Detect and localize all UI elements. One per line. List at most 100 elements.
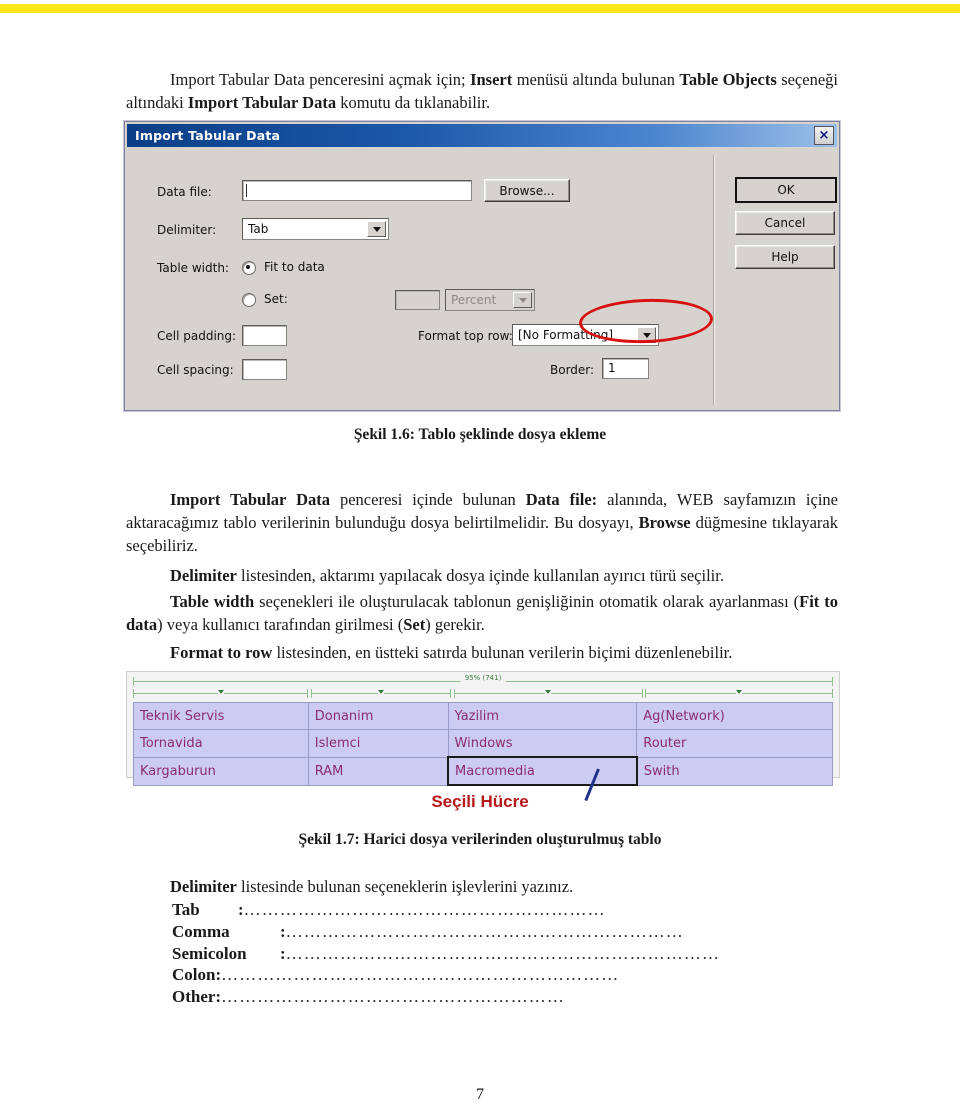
column-ruler-3	[453, 688, 643, 699]
fit-to-data-label: Fit to data	[264, 260, 325, 274]
list-item: Colon:…………………………………………………………	[172, 964, 832, 986]
blank-dots[interactable]: ………………………………………………………………	[286, 943, 720, 965]
intro-text-4: komutu da tıklanabilir.	[336, 92, 491, 112]
intro-text-2: menüsü altında bulunan	[512, 69, 680, 89]
table-width-ruler: 95% (741)	[133, 674, 833, 687]
table-cell[interactable]: RAM	[307, 756, 449, 786]
ruler-cap-right	[832, 677, 833, 686]
list-item: Other:…………………………………………………	[172, 986, 832, 1008]
delimiter-select[interactable]: Tab	[242, 218, 389, 240]
table-cell[interactable]: Donanim	[307, 702, 449, 730]
paragraph-3: Table width seçenekleri ile oluşturulaca…	[126, 590, 838, 636]
ok-button[interactable]: OK	[735, 177, 837, 203]
intro-bold-insert: Insert	[470, 69, 513, 89]
text-caret	[246, 184, 247, 197]
blank-label: Semicolon	[172, 943, 247, 963]
column-ruler-4	[645, 688, 833, 699]
html-table-figure: 95% (741) Teknik Servis Donanim Yazilim …	[126, 671, 840, 786]
intro-paragraph: Import Tabular Data penceresini açmak iç…	[126, 68, 838, 115]
delimiter-label: Delimiter:	[157, 223, 217, 237]
paragraph-4: Format to row listesinden, en üstteki sa…	[126, 641, 838, 664]
table-row: Tornavida Islemci Windows Router	[133, 729, 833, 758]
table-cell[interactable]: Tornavida	[133, 729, 309, 758]
page-accent-bar	[0, 4, 960, 13]
import-tabular-data-dialog: Import Tabular Data × Data file: Browse.…	[124, 121, 840, 411]
figure-1-7-caption: Şekil 1.7: Harici dosya verilerinden olu…	[298, 831, 662, 848]
p3-text-2: ) veya kullanıcı tarafından girilmesi (	[157, 614, 404, 634]
table-cell[interactable]: Ag(Network)	[636, 702, 833, 730]
blank-label: Comma	[172, 921, 230, 941]
exercise-instruction: Delimiter listesinde bulunan seçenekleri…	[170, 875, 838, 898]
format-top-row-label: Format top row:	[418, 329, 513, 343]
column-ruler-1	[133, 688, 308, 699]
dialog-titlebar: Import Tabular Data ×	[127, 124, 837, 147]
p4-bold-1: Format to row	[170, 642, 273, 662]
table-width-indicator: 95% (741)	[460, 674, 506, 682]
cell-spacing-label: Cell spacing:	[157, 363, 234, 377]
browse-highlight-ellipse	[578, 296, 714, 346]
blank-dots[interactable]: ……………………………………………………	[244, 899, 606, 921]
blank-dots[interactable]: …………………………………………………………	[286, 921, 684, 943]
intro-bold-table-objects: Table Objects	[679, 69, 777, 89]
cell-spacing-input[interactable]	[242, 359, 287, 380]
p3-bold-1: Table width	[170, 591, 255, 611]
dialog-body: Data file: Browse... Delimiter: Tab Tabl…	[129, 149, 837, 406]
p3-text-1: seçenekleri ile oluşturulacak tablonun g…	[254, 591, 800, 611]
p2-bold-1: Delimiter	[170, 565, 237, 585]
fit-to-data-radio[interactable]	[242, 261, 256, 275]
p2-text-1: listesinden, aktarımı yapılacak dosya iç…	[236, 565, 724, 585]
document-page: Import Tabular Data penceresini açmak iç…	[0, 13, 960, 1107]
paragraph-2: Delimiter listesinden, aktarımı yapılaca…	[126, 564, 838, 587]
chevron-down-icon[interactable]	[367, 221, 386, 237]
cell-padding-input[interactable]	[242, 325, 287, 346]
close-icon[interactable]: ×	[814, 126, 834, 145]
table-cell[interactable]: Teknik Servis	[133, 702, 309, 730]
data-file-label: Data file:	[157, 185, 212, 199]
page-number: 7	[476, 1086, 484, 1103]
table-cell[interactable]: Kargaburun	[133, 756, 309, 786]
data-file-input[interactable]	[242, 180, 472, 201]
set-label: Set:	[264, 292, 288, 306]
list-item: Semicolon:………………………………………………………………	[172, 943, 832, 965]
table-width-label: Table width:	[157, 261, 229, 275]
blank-label: Tab	[172, 900, 200, 919]
column-ruler-2	[310, 688, 451, 699]
figure-1-6-caption: Şekil 1.6: Tablo şeklinde dosya ekleme	[353, 426, 607, 443]
p1-bold-1: Import Tabular Data	[170, 489, 330, 509]
width-unit-select[interactable]: Percent	[445, 289, 535, 311]
table-cell[interactable]: Router	[636, 729, 833, 758]
cell-padding-label: Cell padding:	[157, 329, 237, 343]
table-cell[interactable]: Swith	[636, 756, 833, 786]
dialog-title: Import Tabular Data	[135, 128, 281, 143]
chevron-down-icon[interactable]	[513, 292, 532, 308]
browse-button[interactable]: Browse...	[484, 179, 570, 202]
p1-text-1: penceresi içinde bulunan	[329, 489, 526, 509]
border-input[interactable]: 1	[602, 358, 649, 379]
ruler-cap-left	[133, 677, 134, 686]
p1-bold-2: Data file:	[525, 489, 598, 509]
p1-bold-3: Browse	[638, 512, 691, 532]
table-cell[interactable]: Windows	[447, 729, 638, 758]
border-label: Border:	[550, 363, 595, 377]
selected-cell-annotation: Seçili Hücre	[431, 792, 529, 811]
set-radio[interactable]	[242, 293, 256, 307]
help-button[interactable]: Help	[735, 245, 835, 269]
column-rulers	[133, 688, 833, 699]
table-cell[interactable]: Islemci	[307, 729, 449, 758]
set-width-input[interactable]	[395, 290, 440, 310]
table-row: Kargaburun RAM Macromedia Swith	[133, 756, 833, 786]
blank-dots[interactable]: …………………………………………………………	[221, 964, 619, 986]
table-cell[interactable]: Yazilim	[447, 702, 638, 730]
intro-text-1: Import Tabular Data penceresini açmak iç…	[170, 69, 471, 89]
selected-table-cell[interactable]: Macromedia	[447, 756, 638, 786]
p4-text-1: listesinden, en üstteki satırda bulunan …	[272, 642, 733, 662]
intro-bold-import-tabular-data: Import Tabular Data	[187, 92, 337, 112]
blank-label: Colon:	[172, 965, 222, 985]
p3-text-3: ) gerekir.	[425, 614, 485, 634]
blank-label: Other:	[172, 987, 222, 1006]
delimiter-value: Tab	[248, 222, 269, 236]
cancel-button[interactable]: Cancel	[735, 211, 835, 235]
blank-dots[interactable]: …………………………………………………	[221, 986, 565, 1008]
width-unit-value: Percent	[451, 293, 497, 307]
list-item: Tab:……………………………………………………	[172, 899, 832, 921]
